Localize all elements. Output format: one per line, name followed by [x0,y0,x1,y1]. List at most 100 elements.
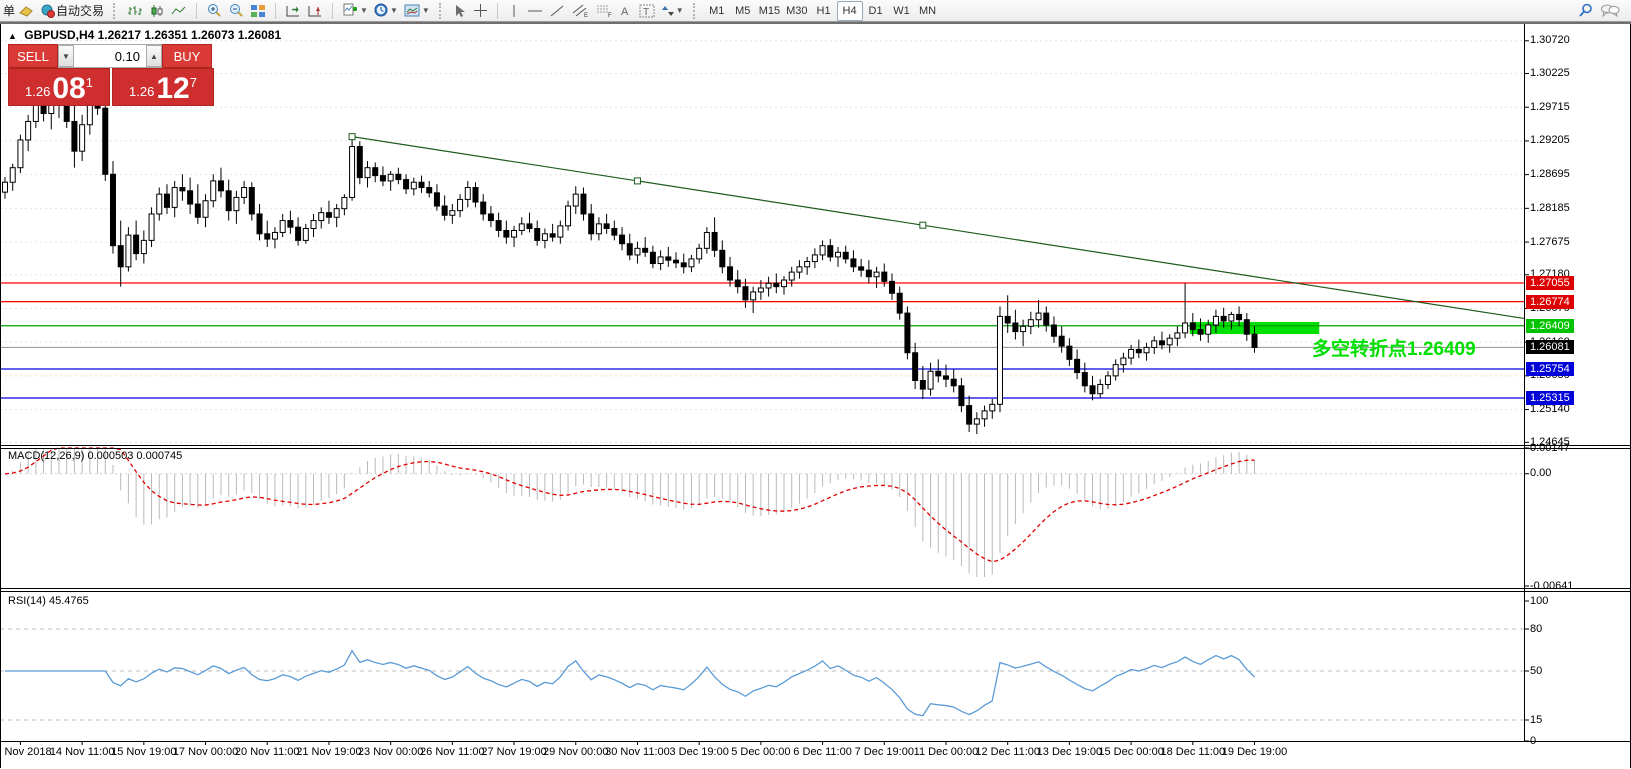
volume-input[interactable] [74,45,146,67]
vertical-line-icon[interactable] [504,1,524,21]
pivot-annotation: 多空转折点1.26409 [1312,334,1476,361]
new-order-label[interactable]: 单 [3,2,15,19]
x-axis-tick: 26 Nov 11:00 [420,746,485,758]
volume-control: ▼ ▲ [58,44,162,68]
volume-up-button[interactable]: ▲ [146,45,162,67]
mt4-terminal: 单 自动交易 [0,0,1631,769]
y-axis-tick: 1.30225 [1530,67,1570,80]
tf-button-H4[interactable]: H4 [837,1,863,21]
toolbar-grip [693,3,698,19]
tf-button-M15[interactable]: M15 [756,1,783,21]
toolbar-separator [332,3,333,19]
cursor-icon[interactable] [450,1,470,21]
x-axis-tick: 18 Dec 11:00 [1160,746,1225,758]
sell-price-pip: 1 [86,75,93,90]
panel-divider[interactable] [0,588,1631,589]
rsi-axis-tick: 50 [1530,665,1542,678]
text-label-icon[interactable]: T [636,1,658,21]
toolbar-grip [439,3,444,19]
indicators-button[interactable]: ▼ [339,1,371,21]
y-axis-tick: 1.30720 [1530,34,1570,47]
x-axis-tick: 19 Dec 19:00 [1222,746,1287,758]
x-axis-tick: 3 Dec 19:00 [669,746,728,758]
tf-button-M30[interactable]: M30 [783,1,810,21]
chevron-down-icon: ▼ [676,6,684,15]
chart-bottom-border [0,741,1631,742]
tf-button-MN[interactable]: MN [915,1,941,21]
chart-plot[interactable] [0,22,1631,769]
tf-button-W1[interactable]: W1 [889,1,915,21]
chart-left-border [0,24,1,768]
x-axis-tick: 15 Nov 19:00 [111,746,176,758]
chart-shift-icon[interactable] [304,1,326,21]
y-axis-tick: 1.29715 [1530,101,1570,114]
timeframe-group: M1M5M15M30H1H4D1W1MN [701,0,944,22]
volume-down-button[interactable]: ▼ [58,45,74,67]
rsi-axis-tick: 15 [1530,714,1542,727]
tile-windows-icon[interactable] [247,1,269,21]
new-order-icon[interactable] [15,1,37,21]
chat-icon[interactable] [1597,1,1623,21]
sell-price-prefix: 1.26 [25,84,50,99]
tf-button-H1[interactable]: H1 [811,1,837,21]
periods-button[interactable]: ▼ [371,1,401,21]
x-axis-tick: 27 Nov 19:00 [481,746,546,758]
x-axis-tick: 21 Nov 19:00 [296,746,361,758]
chevron-down-icon: ▼ [390,6,398,15]
candlestick-chart-icon[interactable] [146,1,168,21]
chevron-down-icon: ▼ [360,6,368,15]
buy-price-pip: 7 [190,75,197,90]
macd-axis-tick: 0.00 [1530,467,1551,480]
arrows-button[interactable]: ▼ [658,1,687,21]
tf-button-M1[interactable]: M1 [704,1,730,21]
collapse-triangle-icon[interactable]: ▲ [8,31,17,41]
x-axis-tick: 20 Nov 11:00 [235,746,300,758]
autotrading-button[interactable]: 自动交易 [37,1,107,21]
rsi-axis-tick: 100 [1530,595,1548,608]
one-click-trading-panel: SELL ▼ ▲ BUY 1.26 08 1 1.26 12 7 [8,44,214,106]
y-axis-tick: 1.28695 [1530,168,1570,181]
chart-ohlc-values: 1.26217 1.26351 1.26073 1.26081 [98,28,282,42]
line-chart-icon[interactable] [168,1,190,21]
horizontal-line-icon[interactable] [524,1,546,21]
x-axis-tick: 6 Dec 11:00 [793,746,852,758]
level-price-badge: 1.26774 [1526,295,1574,309]
toolbar-separator [196,3,197,19]
plot-right-border [1524,24,1525,741]
templates-button[interactable]: ▼ [401,1,433,21]
text-icon[interactable]: A [616,1,636,21]
rsi-label: RSI(14) 45.4765 [8,595,89,607]
toolbar-separator [497,3,498,19]
y-axis-tick: 1.29205 [1530,134,1570,147]
svg-text:E: E [584,13,588,18]
level-price-badge: 1.25754 [1526,362,1574,376]
tf-button-M5[interactable]: M5 [730,1,756,21]
sell-button[interactable]: SELL [8,44,58,68]
panel-divider[interactable] [0,445,1631,446]
panel-divider [0,448,1631,449]
buy-button[interactable]: BUY [162,44,212,68]
x-axis-tick: 11 Dec 00:00 [914,746,979,758]
zoom-in-icon[interactable] [203,1,225,21]
sell-price[interactable]: 1.26 08 1 [8,68,110,106]
crosshair-icon[interactable] [470,1,491,21]
toolbar-separator [275,3,276,19]
current-price-badge: 1.26081 [1526,340,1574,354]
x-axis-tick: 15 Dec 00:00 [1098,746,1163,758]
x-axis-tick: 13 Dec 19:00 [1037,746,1102,758]
tf-button-D1[interactable]: D1 [863,1,889,21]
trendline-icon[interactable] [546,1,568,21]
toolbar-grip [113,3,118,19]
search-icon[interactable] [1575,1,1597,21]
buy-price[interactable]: 1.26 12 7 [112,68,214,106]
fibonacci-icon[interactable]: F [592,1,616,21]
x-axis-tick: 14 Nov 11:00 [50,746,115,758]
level-price-badge: 1.27055 [1526,276,1574,290]
buy-price-prefix: 1.26 [129,84,154,99]
zoom-out-icon[interactable] [225,1,247,21]
chart-title: ▲ GBPUSD,H4 1.26217 1.26351 1.26073 1.26… [8,28,281,42]
equidistant-channel-icon[interactable]: E [568,1,592,21]
bar-chart-icon[interactable] [124,1,146,21]
auto-scroll-icon[interactable] [282,1,304,21]
x-axis-tick: 13 Nov 2018 [0,746,52,758]
